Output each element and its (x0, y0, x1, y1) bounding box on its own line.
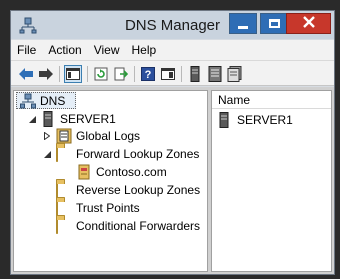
zone-icon (76, 164, 92, 180)
results-pane[interactable]: Name SERVER1 (211, 90, 332, 272)
help-icon[interactable]: ? (139, 65, 157, 83)
menu-view[interactable]: View (94, 43, 120, 57)
tree-item-forward-lookup-zones[interactable]: Forward Lookup Zones (56, 145, 199, 162)
collapse-icon[interactable] (28, 115, 36, 123)
folder-icon (56, 199, 72, 216)
show-hide-console-tree-icon[interactable] (64, 65, 82, 83)
menu-bar: File Action View Help (11, 40, 334, 60)
export-list-icon[interactable] (112, 65, 130, 83)
toolbar-separator (181, 66, 182, 82)
svg-text:?: ? (145, 69, 152, 81)
minimize-button[interactable] (229, 13, 257, 34)
expand-icon[interactable] (43, 132, 51, 140)
list-item[interactable]: SERVER1 (216, 111, 293, 128)
forward-arrow-icon[interactable] (37, 65, 55, 83)
maximize-icon (268, 19, 280, 28)
close-button[interactable] (286, 13, 331, 34)
maximize-button[interactable] (260, 13, 288, 34)
tree-item-reverse-lookup-zones[interactable]: Reverse Lookup Zones (56, 181, 200, 198)
tree-label: Reverse Lookup Zones (76, 182, 201, 197)
dns-manager-window: DNS Manager File Action View Help ? DNS … (10, 10, 335, 275)
tree-item-contoso[interactable]: Contoso.com (76, 163, 167, 180)
tree-item-trust-points[interactable]: Trust Points (56, 199, 140, 216)
tree-label: Forward Lookup Zones (76, 146, 200, 161)
toolbar: ? (11, 60, 334, 86)
server-icon[interactable] (186, 65, 204, 83)
tree-label: Trust Points (76, 200, 140, 215)
back-arrow-icon[interactable] (17, 65, 35, 83)
tree-item-conditional-forwarders[interactable]: Conditional Forwarders (56, 217, 200, 234)
close-icon (302, 16, 315, 31)
menu-file[interactable]: File (17, 43, 36, 57)
properties-pane-icon[interactable] (159, 65, 177, 83)
tree-item-global-logs[interactable]: Global Logs (56, 127, 140, 144)
minimize-icon (238, 26, 248, 29)
folder-icon (56, 145, 72, 162)
list-item-label: SERVER1 (237, 112, 293, 127)
event-log-icon (56, 128, 72, 144)
toolbar-separator (134, 66, 135, 82)
content-area: DNS SERVER1 Global Logs Forward Lookup Z… (11, 87, 334, 274)
menu-help[interactable]: Help (132, 43, 157, 57)
toolbar-separator (87, 66, 88, 82)
tree-label: Contoso.com (96, 164, 167, 179)
tree-label: Global Logs (76, 128, 141, 143)
tree-label: Conditional Forwarders (76, 218, 201, 233)
records-icon[interactable] (226, 65, 244, 83)
column-header-name[interactable]: Name (212, 91, 331, 109)
tree-item-dns[interactable]: DNS (20, 92, 65, 109)
menu-action[interactable]: Action (48, 43, 81, 57)
refresh-icon[interactable] (92, 65, 110, 83)
console-tree[interactable]: DNS SERVER1 Global Logs Forward Lookup Z… (13, 90, 208, 272)
toolbar-separator (59, 66, 60, 82)
title-bar[interactable]: DNS Manager (11, 11, 334, 39)
server-icon (216, 111, 232, 128)
tree-label: SERVER1 (60, 111, 116, 126)
folder-icon (56, 181, 72, 198)
tree-label: DNS (40, 93, 66, 108)
tree-item-server1[interactable]: SERVER1 (40, 110, 116, 127)
server-icon (40, 110, 56, 127)
collapse-icon[interactable] (43, 150, 51, 158)
folder-icon (56, 217, 72, 234)
zone-file-icon[interactable] (206, 65, 224, 83)
dns-icon (20, 93, 36, 109)
